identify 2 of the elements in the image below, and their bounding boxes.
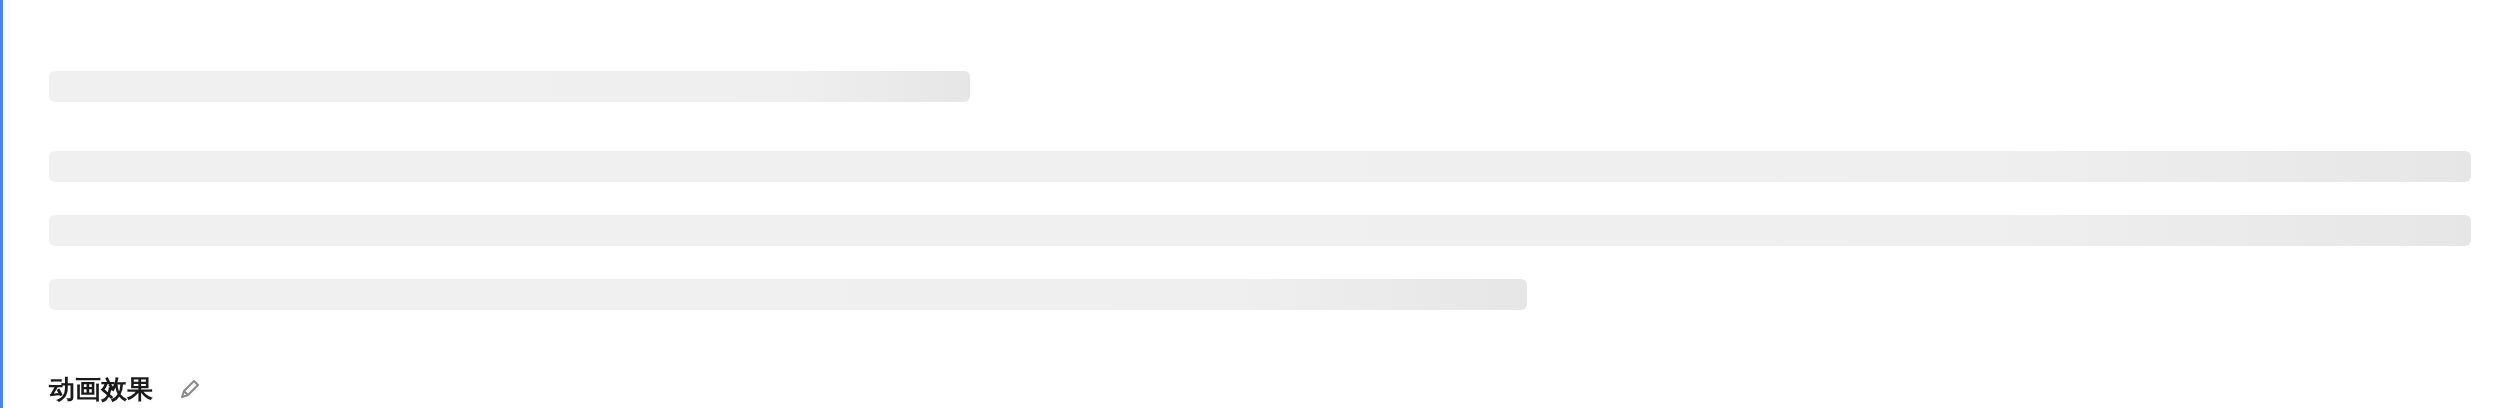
pencil-icon[interactable] <box>179 378 201 400</box>
section-heading: 动画效果 <box>49 374 153 404</box>
